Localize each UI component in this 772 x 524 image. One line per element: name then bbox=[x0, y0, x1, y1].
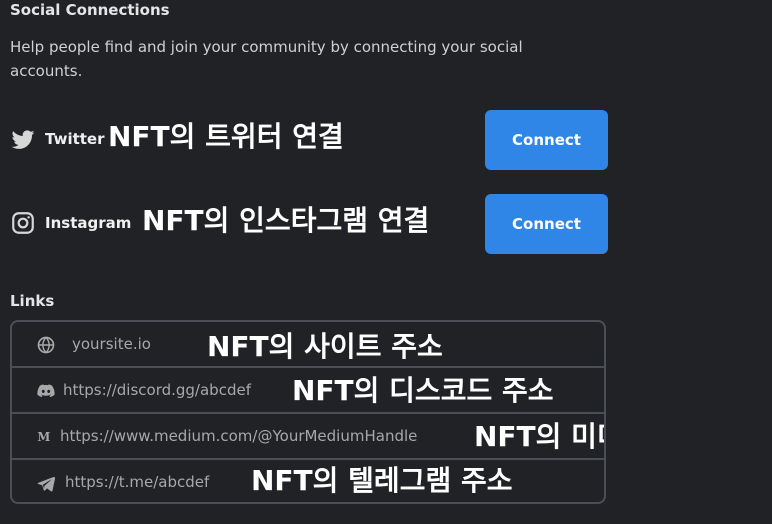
telegram-link-row[interactable]: https://t.me/abcdef NFT의 텔레그램 주소 bbox=[12, 460, 604, 502]
twitter-overlay: NFT의 트위터 연결 bbox=[108, 120, 344, 153]
discord-link-caption: NFT의 디스코드 주소 bbox=[292, 374, 554, 407]
discord-link-input[interactable]: https://discord.gg/abcdef bbox=[63, 380, 251, 400]
medium-link-input[interactable]: https://www.medium.com/@YourMediumHandle bbox=[60, 426, 417, 446]
discord-icon bbox=[36, 381, 56, 401]
instagram-overlay: NFT의 인스타그램 연결 bbox=[142, 204, 430, 237]
svg-text:M: M bbox=[37, 430, 50, 444]
discord-link-row[interactable]: https://discord.gg/abcdef NFT의 디스코드 주소 bbox=[12, 368, 604, 414]
instagram-label: Instagram bbox=[45, 214, 132, 232]
telegram-link-input[interactable]: https://t.me/abcdef bbox=[65, 472, 209, 492]
medium-icon: M bbox=[34, 427, 54, 447]
medium-link-row[interactable]: M https://www.medium.com/@YourMediumHand… bbox=[12, 414, 604, 460]
links-container: yoursite.io NFT의 사이트 주소 https://discord.… bbox=[10, 320, 606, 504]
telegram-link-caption: NFT의 텔레그램 주소 bbox=[251, 464, 513, 497]
instagram-row: Instagram NFT의 인스타그램 연결 Connect bbox=[10, 194, 610, 254]
twitter-label: Twitter bbox=[45, 130, 105, 148]
site-link-input[interactable]: yoursite.io bbox=[72, 334, 151, 354]
twitter-connect-button[interactable]: Connect bbox=[485, 110, 608, 170]
twitter-icon bbox=[10, 126, 36, 152]
instagram-icon bbox=[10, 210, 36, 236]
medium-link-caption: NFT의 미디엄 주소 bbox=[474, 420, 604, 453]
section-description: Help people find and join your community… bbox=[10, 38, 523, 80]
page: Social Connections Help people find and … bbox=[0, 0, 772, 524]
twitter-row: Twitter NFT의 트위터 연결 Connect bbox=[10, 110, 610, 170]
site-link-caption: NFT의 사이트 주소 bbox=[207, 330, 443, 363]
telegram-icon bbox=[36, 473, 56, 493]
section-title: Social Connections bbox=[10, 1, 170, 19]
site-link-row[interactable]: yoursite.io NFT의 사이트 주소 bbox=[12, 322, 604, 368]
links-title: Links bbox=[10, 292, 55, 310]
instagram-connect-button[interactable]: Connect bbox=[485, 194, 608, 254]
globe-icon bbox=[36, 335, 56, 355]
